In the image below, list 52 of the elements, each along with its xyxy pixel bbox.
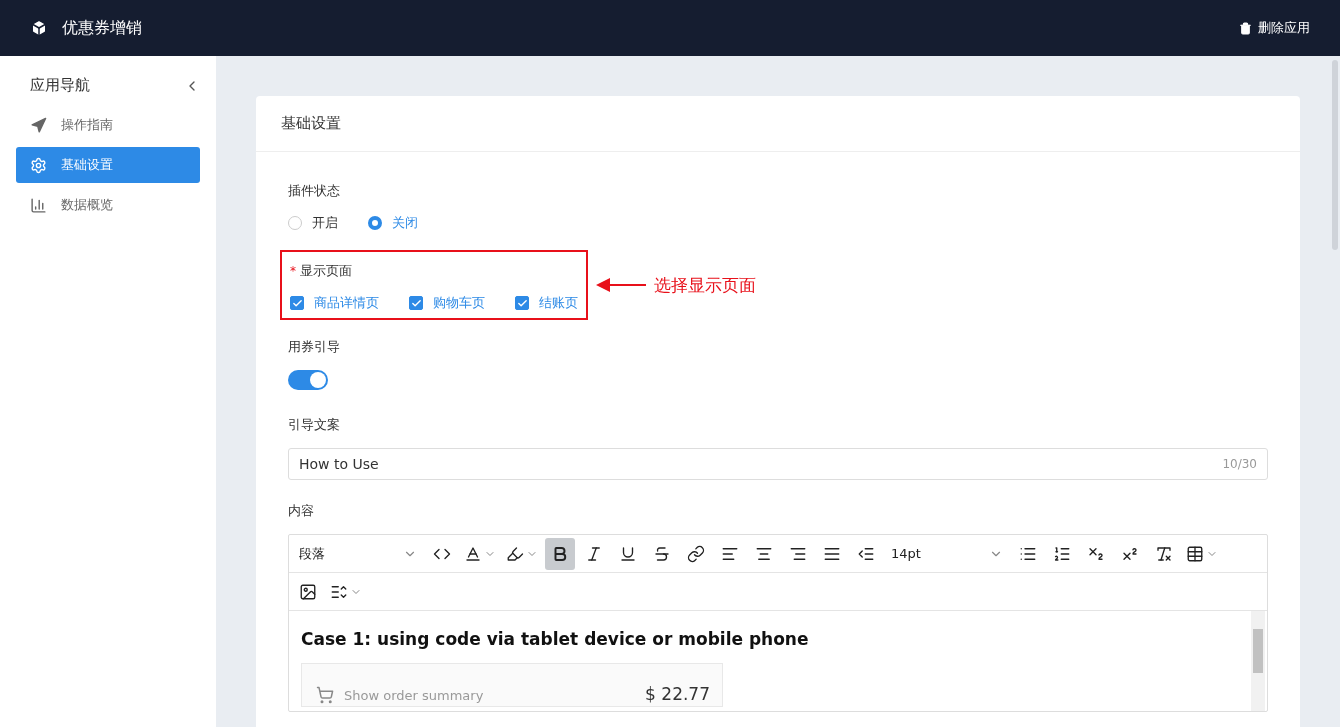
sidebar-item[interactable]: 操作指南 [16, 107, 200, 143]
checkbox[interactable] [409, 296, 423, 310]
annotation-arrow [596, 278, 646, 292]
strikethrough-icon [653, 544, 671, 563]
font-size-dropdown[interactable]: 14pt [885, 537, 1009, 570]
scrollbar-thumb[interactable] [1253, 629, 1263, 673]
italic-icon [585, 544, 603, 563]
rich-text-editor[interactable]: 段落 14pt Case 1: using code via tablet device or mobile phone Show order summary $ 22.77 [288, 534, 1268, 712]
cart-icon [316, 686, 334, 704]
sidebar-item[interactable]: 基础设置 [16, 147, 200, 183]
sidebar-item[interactable]: 数据概览 [16, 187, 200, 223]
numbered-list-icon [1053, 544, 1071, 563]
trash-icon [1239, 21, 1252, 35]
text-input[interactable]: How to Use 10/30 [288, 448, 1268, 480]
underline-icon [619, 544, 637, 563]
clear-format-icon [1155, 544, 1173, 563]
app-title: 优惠券增销 [62, 17, 142, 39]
checkbox-label: 商品详情页 [314, 294, 379, 312]
cube-icon [30, 19, 48, 37]
radio-label: 关闭 [392, 214, 418, 232]
radio-button[interactable] [288, 216, 302, 230]
navigation-icon [30, 116, 47, 134]
content-heading: Case 1: using code via tablet device or mobile phone [301, 629, 810, 649]
summary-label: Show order summary [344, 687, 484, 703]
bar-chart-icon [30, 196, 47, 214]
field-label: 引导文案 [288, 416, 341, 434]
image-icon [299, 582, 317, 601]
table-icon [1186, 544, 1204, 563]
field-label: 显示页面 [300, 263, 352, 278]
checkbox[interactable] [290, 296, 304, 310]
field-label: 用券引导 [288, 338, 341, 356]
checkbox[interactable] [515, 296, 529, 310]
marker-icon [506, 544, 524, 563]
field-label: 内容 [288, 502, 315, 520]
bold-button[interactable] [545, 537, 575, 570]
checkbox-label: 购物车页 [433, 294, 485, 312]
radio-button[interactable] [368, 216, 382, 230]
required-mark: * [290, 264, 296, 278]
scrollbar-thumb[interactable] [1332, 60, 1338, 250]
link-icon [687, 544, 705, 563]
gear-icon [30, 156, 47, 174]
block-format-dropdown[interactable]: 段落 [293, 537, 423, 570]
toggle-switch[interactable] [288, 370, 328, 390]
character-counter: 10/30 [1222, 457, 1257, 471]
card-title: 基础设置 [281, 114, 341, 133]
delete-app-button[interactable]: 删除应用 [1239, 19, 1310, 37]
sidebar-title: 应用导航 [30, 76, 90, 95]
radio-label: 开启 [312, 214, 338, 232]
field-label: 插件状态 [288, 182, 341, 200]
summary-price: $ 22.77 [645, 684, 710, 704]
checkbox-label: 结账页 [539, 294, 578, 312]
annotation-text: 选择显示页面 [654, 273, 756, 297]
